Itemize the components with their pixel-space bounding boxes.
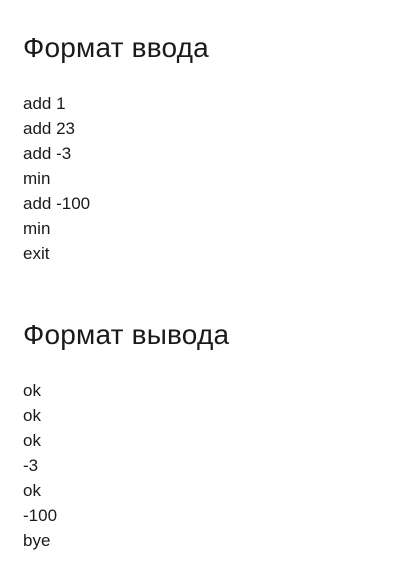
output-line: ok xyxy=(23,381,41,400)
input-format-section: Формат ввода add 1 add 23 add -3 min add… xyxy=(23,31,405,263)
output-line: ok xyxy=(23,431,41,450)
input-line: add 1 xyxy=(23,94,66,113)
output-example-lines: ok ok ok -3 ok -100 bye xyxy=(23,378,57,553)
input-example-lines: add 1 add 23 add -3 min add -100 min exi… xyxy=(23,91,90,266)
input-line: exit xyxy=(23,244,50,263)
problem-statement-page: Формат ввода add 1 add 23 add -3 min add… xyxy=(0,0,415,570)
input-line: add 23 xyxy=(23,119,75,138)
input-line: add -100 xyxy=(23,194,91,213)
input-line: add -3 xyxy=(23,144,72,163)
output-line: ok xyxy=(23,406,41,425)
output-line: ok xyxy=(23,481,41,500)
output-line: -100 xyxy=(23,506,58,525)
output-format-section: Формат вывода ok ok ok -3 ok -100 bye xyxy=(23,318,405,550)
output-line: bye xyxy=(23,531,51,550)
input-line: min xyxy=(23,169,51,188)
input-format-title: Формат ввода xyxy=(23,32,209,63)
output-line: -3 xyxy=(23,456,39,475)
input-line: min xyxy=(23,219,51,238)
output-format-title: Формат вывода xyxy=(23,319,230,350)
